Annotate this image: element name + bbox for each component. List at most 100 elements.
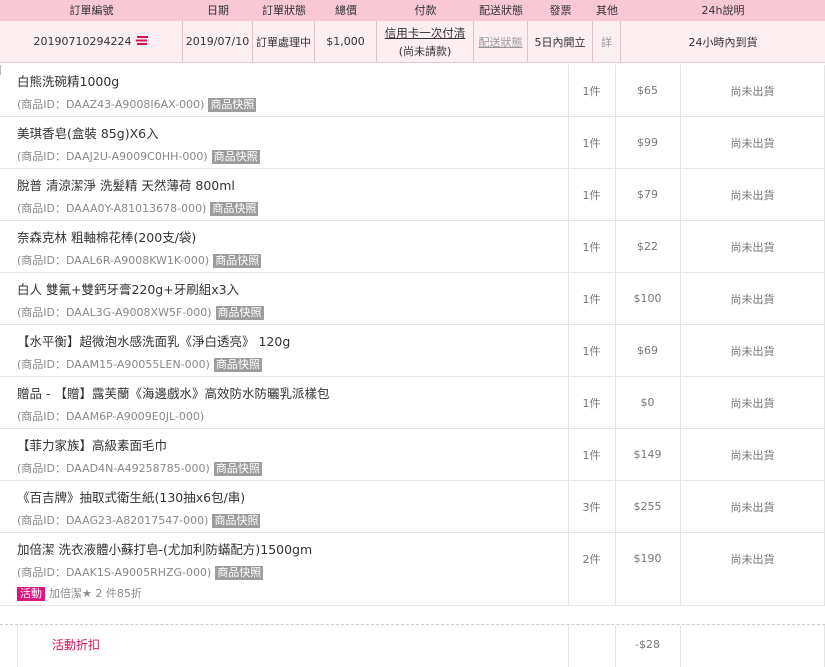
order-item-row: 美琪香皂(盒裝 85g)X6入 (商品ID：DAAJ2U-A9009C0HH-00… <box>0 117 825 169</box>
promo-text: 加倍潔★ 2 件85折 <box>49 587 142 600</box>
header-payment: 付款 <box>414 4 437 17</box>
item-product-id: (商品ID：DAAK1S-A9005RHZG-000) <box>17 566 212 579</box>
item-price: $22 <box>637 240 658 253</box>
item-quantity: 2件 <box>582 552 601 566</box>
item-name: 贈品 - 【贈】露芙蘭《海邊戲水》高效防水防曬乳派樣包 <box>17 386 330 401</box>
item-shipping-status: 尚未出貨 <box>730 344 775 358</box>
snapshot-button[interactable]: 商品快照 <box>211 150 260 164</box>
snapshot-button[interactable]: 商品快照 <box>208 98 257 112</box>
item-quantity: 1件 <box>582 136 601 150</box>
item-price: $65 <box>637 84 658 97</box>
item-product-id: (商品ID：DAAG23-A82017547-000) <box>17 514 209 527</box>
item-product-id: (商品ID：DAAL6R-A9008KW1K-000) <box>17 254 210 267</box>
order-item-row: 【水平衡】超微泡水感洗面乳《淨白透亮》 120g (商品ID：DAAM15-A90… <box>0 325 825 377</box>
order-item-row: 【菲力家族】高級素面毛巾 (商品ID：DAAD4N-A49258785-000) 商… <box>0 429 825 481</box>
snapshot-button[interactable]: 商品快照 <box>213 254 262 268</box>
invoice-status: 5日內開立 <box>528 21 593 62</box>
order-item-row: 《百吉牌》抽取式衛生紙(130抽x6包/串) (商品ID：DAAG23-A8201… <box>0 481 825 533</box>
item-shipping-status: 尚未出貨 <box>730 240 775 254</box>
header-shipping-status: 配送狀態 <box>479 4 523 17</box>
header-24h-note: 24h說明 <box>701 4 745 17</box>
header-date: 日期 <box>207 4 229 17</box>
snapshot-button[interactable]: 商品快照 <box>212 514 261 528</box>
item-quantity: 1件 <box>582 448 601 462</box>
item-product-id: (商品ID：DAAD4N-A49258785-000) <box>17 462 210 475</box>
order-status: 訂單處理中 <box>253 21 315 62</box>
other-details-cell: 詳 <box>593 21 621 62</box>
item-shipping-status: 尚未出貨 <box>730 84 775 98</box>
item-quantity: 1件 <box>582 188 601 202</box>
header-order-status: 訂單狀態 <box>262 4 306 17</box>
snapshot-button[interactable]: 商品快照 <box>213 462 262 476</box>
item-product-id: (商品ID：DAAJ2U-A9009C0HH-000) <box>17 150 208 163</box>
order-item-row: 奈森克林 粗軸棉花棒(200支/袋) (商品ID：DAAL6R-A9008KW1K… <box>0 221 825 273</box>
item-name: 加倍潔 洗衣液體小蘇打皂-(尤加利防蟎配方)1500gm <box>17 542 313 557</box>
item-name: 脫普 清涼潔淨 洗髮精 天然薄荷 800ml <box>17 178 235 193</box>
payment-method-link[interactable]: 信用卡一次付清 <box>385 25 466 41</box>
order-item-row: 贈品 - 【贈】露芙蘭《海邊戲水》高效防水防曬乳派樣包 (商品ID：DAAM6P-… <box>0 377 825 429</box>
item-quantity: 1件 <box>582 344 601 358</box>
item-shipping-status: 尚未出貨 <box>730 448 775 462</box>
item-price: $99 <box>637 136 658 149</box>
item-product-id: (商品ID：DAAA0Y-A81013678-000) <box>17 202 207 215</box>
order-item-row: 脫普 清涼潔淨 洗髮精 天然薄荷 800ml (商品ID：DAAA0Y-A8101… <box>0 169 825 221</box>
item-price: $100 <box>633 292 662 305</box>
shipping-status-cell: 配送狀態 <box>474 21 528 62</box>
payment-state: (尚未請款) <box>398 44 452 58</box>
item-product-id: (商品ID：DAAZ43-A9008I6AX-000) <box>17 98 205 111</box>
item-quantity: 1件 <box>582 240 601 254</box>
snapshot-button[interactable]: 商品快照 <box>215 306 264 320</box>
order-date: 2019/07/10 <box>183 21 253 62</box>
item-shipping-status: 尚未出貨 <box>730 500 775 514</box>
discount-amount: -$28 <box>635 638 660 651</box>
order-number: 20190710294224 <box>33 35 132 48</box>
item-price: $255 <box>633 500 662 513</box>
item-name: 【菲力家族】高級素面毛巾 <box>17 438 168 453</box>
item-shipping-status: 尚未出貨 <box>730 292 775 306</box>
item-product-id: (商品ID：DAAL3G-A9008XW5F-000) <box>17 306 212 319</box>
list-icon[interactable] <box>136 35 149 48</box>
details-link[interactable]: 詳 <box>601 34 612 50</box>
item-product-id: (商品ID：DAAM6P-A9009E0JL-000) <box>17 410 205 423</box>
item-price: $79 <box>637 188 658 201</box>
item-name: 《百吉牌》抽取式衛生紙(130抽x6包/串) <box>17 490 246 505</box>
item-price: $69 <box>637 344 658 357</box>
item-quantity: 1件 <box>582 292 601 306</box>
item-shipping-status: 尚未出貨 <box>730 188 775 202</box>
item-name: 白人 雙氟+雙鈣牙膏220g+牙刷組x3入 <box>17 282 240 297</box>
discount-label: 活動折扣 <box>52 638 101 652</box>
order-table-header: 訂單編號 日期 訂單狀態 總價 付款 配送狀態 發票 其他 24h說明 <box>0 0 825 21</box>
shipping-status-link[interactable]: 配送狀態 <box>479 34 523 50</box>
item-name: 【水平衡】超微泡水感洗面乳《淨白透亮》 120g <box>17 334 291 349</box>
item-price: $149 <box>633 448 662 461</box>
item-quantity: 1件 <box>582 84 601 98</box>
snapshot-button[interactable]: 商品快照 <box>210 202 259 216</box>
item-quantity: 1件 <box>582 396 601 410</box>
item-product-id: (商品ID：DAAM15-A90055LEN-000) <box>17 358 210 371</box>
order-item-row: 白人 雙氟+雙鈣牙膏220g+牙刷組x3入 (商品ID：DAAL3G-A9008X… <box>0 273 825 325</box>
item-name: 奈森克林 粗軸棉花棒(200支/袋) <box>17 230 197 245</box>
item-name: 美琪香皂(盒裝 85g)X6入 <box>17 126 159 141</box>
item-quantity: 3件 <box>582 500 601 514</box>
item-shipping-status: 尚未出貨 <box>730 396 775 410</box>
promo-badge: 活動 <box>17 587 45 601</box>
order-items-list: 白熊洗碗精1000g (商品ID：DAAZ43-A9008I6AX-000) 商品快… <box>0 65 825 606</box>
order-item-row: 白熊洗碗精1000g (商品ID：DAAZ43-A9008I6AX-000) 商品快… <box>0 65 825 117</box>
header-order-no: 訂單編號 <box>69 4 114 17</box>
header-invoice: 發票 <box>549 4 572 17</box>
payment-cell: 信用卡一次付清 (尚未請款) <box>377 21 474 62</box>
discount-row: 活動折扣 -$28 <box>0 624 825 667</box>
order-total: $1,000 <box>315 21 377 62</box>
snapshot-button[interactable]: 商品快照 <box>215 566 264 580</box>
header-other: 其他 <box>596 4 618 17</box>
delivery-note: 24小時內到貨 <box>688 35 758 49</box>
order-item-row: 加倍潔 洗衣液體小蘇打皂-(尤加利防蟎配方)1500gm (商品ID：DAAK1S… <box>0 533 825 606</box>
item-price: $0 <box>640 396 655 409</box>
item-name: 白熊洗碗精1000g <box>17 74 120 89</box>
item-shipping-status: 尚未出貨 <box>730 552 775 566</box>
snapshot-button[interactable]: 商品快照 <box>213 358 262 372</box>
header-total: 總價 <box>335 4 357 17</box>
item-price: $190 <box>633 552 662 565</box>
order-number-cell: 20190710294224 <box>0 21 183 62</box>
order-summary-row: 20190710294224 2019/07/10 訂單處理中 $1,000 信… <box>0 21 825 63</box>
